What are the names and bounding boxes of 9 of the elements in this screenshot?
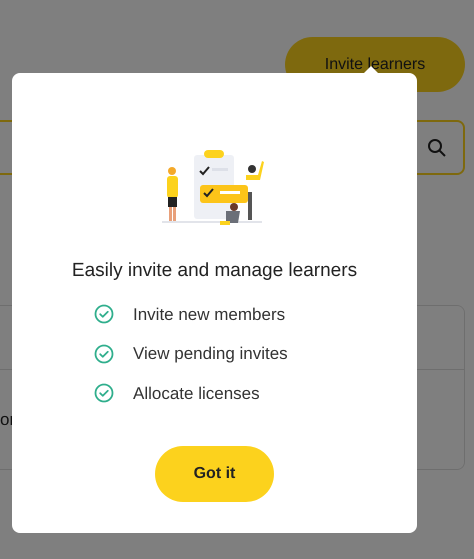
got-it-button[interactable]: Got it: [155, 446, 274, 502]
feature-text: Invite new members: [133, 304, 286, 326]
check-circle-icon: [94, 383, 114, 404]
check-circle-icon: [94, 304, 114, 324]
search-icon[interactable]: [427, 138, 447, 158]
feature-text: View pending invites: [133, 343, 288, 365]
dialog-title: Easily invite and manage learners: [72, 259, 358, 283]
check-circle-icon: [94, 344, 114, 364]
feature-text: Allocate licenses: [133, 382, 260, 404]
